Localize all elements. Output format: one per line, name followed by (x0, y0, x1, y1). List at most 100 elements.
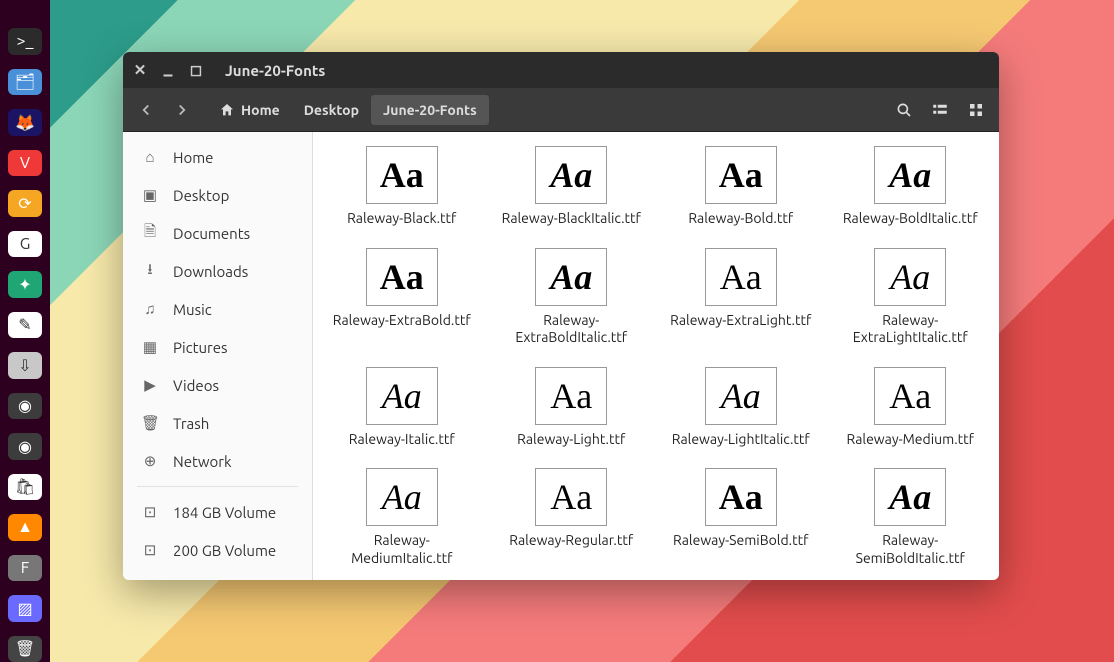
font-thumbnail: Aa (705, 468, 777, 526)
file-item[interactable]: AaRaleway-BlackItalic.ttf (489, 142, 655, 232)
sidebar-184-gb-volume[interactable]: ⊡184 GB Volume (123, 493, 312, 531)
dock-software[interactable]: 🛍 (8, 474, 42, 501)
file-item[interactable]: AaRaleway-Regular.ttf (489, 464, 655, 571)
sidebar-downloads[interactable]: ⭳Downloads (123, 252, 312, 290)
font-preview-glyphs: Aa (380, 157, 424, 193)
view-list-button[interactable] (925, 95, 955, 125)
breadcrumb: Home Desktop June-20-Fonts (207, 95, 489, 125)
sidebar-item-label: Documents (173, 225, 250, 242)
sidebar-videos[interactable]: ▶Videos (123, 366, 312, 404)
sidebar-desktop[interactable]: ▣Desktop (123, 176, 312, 214)
list-view-icon (931, 101, 949, 119)
file-item[interactable]: Aa Raleway-ExtraLightItalic.ttf (828, 244, 994, 351)
search-icon (895, 101, 913, 119)
font-thumbnail: Aa (874, 468, 946, 526)
view-grid-button[interactable] (961, 95, 991, 125)
dock-font-manager[interactable]: F (8, 555, 42, 582)
file-item[interactable]: AaRaleway-ExtraBoldItalic.ttf (489, 244, 655, 351)
dock-firefox[interactable]: 🦊 (8, 109, 42, 136)
font-thumbnail: Aa (874, 146, 946, 204)
grid-view-icon (967, 101, 985, 119)
search-button[interactable] (889, 95, 919, 125)
dock-trash[interactable]: 🗑 (8, 636, 42, 662)
sidebar-home[interactable]: ⌂Home (123, 138, 312, 176)
file-item[interactable]: AaRaleway-Bold.ttf (658, 142, 824, 232)
dock-terminal[interactable]: >_ (8, 28, 42, 55)
sidebar-item-label: Downloads (173, 263, 248, 280)
file-manager-window: ✕ _ ◻ June-20-Fonts Home Desktop June-20-F… (123, 52, 999, 580)
font-preview-glyphs: Aa (382, 378, 422, 414)
file-item[interactable]: AaRaleway-SemiBold.ttf (658, 464, 824, 571)
videos-icon: ▶ (141, 376, 159, 394)
places-sidebar: ⌂Home▣Desktop🗎Documents⭳Downloads♫Music▦… (123, 132, 313, 580)
dock-google[interactable]: G (8, 231, 42, 258)
file-item[interactable]: AaRaleway-Italic.ttf (319, 363, 485, 453)
dock-screenshot[interactable]: ▨ (8, 595, 42, 622)
file-name: Raleway-Black.ttf (347, 210, 456, 228)
dock-notes[interactable]: ✎ (8, 312, 42, 339)
file-item[interactable]: AaRaleway-ExtraLight.ttf (658, 244, 824, 351)
breadcrumb-home[interactable]: Home (207, 95, 292, 125)
sidebar-trash[interactable]: 🗑Trash (123, 404, 312, 442)
file-item[interactable]: AaRaleway-Medium.ttf (828, 363, 994, 453)
dock-tweaks[interactable]: ✦ (8, 271, 42, 298)
sidebar-documents[interactable]: 🗎Documents (123, 214, 312, 252)
dock-archive[interactable]: ⇩ (8, 352, 42, 379)
file-item[interactable]: AaRaleway-SemiBoldItalic.ttf (828, 464, 994, 571)
font-preview-glyphs: Aa (720, 259, 762, 295)
dock-podcast-1[interactable]: ◉ (8, 393, 42, 420)
font-thumbnail: Aa (366, 367, 438, 425)
window-maximize-button[interactable]: ◻ (189, 63, 203, 77)
home-icon: ⌂ (141, 148, 159, 166)
font-preview-glyphs: Aa (550, 259, 592, 295)
dock-vivaldi[interactable]: V (8, 150, 42, 177)
window-title: June-20-Fonts (225, 62, 325, 79)
file-name: Raleway-BlackItalic.ttf (502, 210, 641, 228)
sidebar-pictures[interactable]: ▦Pictures (123, 328, 312, 366)
font-thumbnail: Aa (874, 248, 946, 306)
font-preview-glyphs: Aa (382, 479, 422, 515)
file-item[interactable]: Aa Raleway-Black.ttf (319, 142, 485, 232)
nav-forward-button[interactable] (167, 95, 197, 125)
trash-icon: 🗑 (141, 414, 159, 432)
file-view[interactable]: AaRaleway-Black.ttfAaRaleway-BlackItalic… (313, 132, 999, 580)
dock-files[interactable]: 🗂 (8, 69, 42, 96)
200-gb-volume-icon: ⊡ (141, 541, 159, 559)
dock-podcast-2[interactable]: ◉ (8, 433, 42, 460)
pictures-icon: ▦ (141, 338, 159, 356)
home-icon (219, 102, 235, 118)
window-titlebar[interactable]: ✕ _ ◻ June-20-Fonts (123, 52, 999, 88)
dock-sync[interactable]: ⟳ (8, 190, 42, 217)
sidebar-200-gb-volume[interactable]: ⊡ 200 GB Volume (123, 531, 312, 569)
sidebar-item-label: 184 GB Volume (173, 504, 276, 521)
file-name: Raleway-Bold.ttf (688, 210, 793, 228)
breadcrumb-label: June-20-Fonts (383, 102, 477, 118)
file-item[interactable]: Aa Raleway-Light.ttf (489, 363, 655, 453)
arrow-right-icon (173, 101, 191, 119)
file-name: Raleway-Light.ttf (517, 431, 625, 449)
file-name: Raleway-ExtraLightItalic.ttf (835, 312, 985, 347)
font-thumbnail: Aa (535, 367, 607, 425)
window-close-button[interactable]: ✕ (133, 63, 147, 77)
sidebar-item-label: 200 GB Volume (173, 542, 276, 559)
sidebar-network[interactable]: ⊕Network (123, 442, 312, 480)
font-preview-glyphs: Aa (889, 378, 931, 414)
window-minimize-button[interactable]: _ (161, 60, 175, 74)
arrow-left-icon (137, 101, 155, 119)
sidebar-music[interactable]: ♫Music (123, 290, 312, 328)
breadcrumb-label: Desktop (304, 102, 359, 118)
breadcrumb-june-20-fonts[interactable]: June-20-Fonts (371, 95, 489, 125)
nav-back-button[interactable] (131, 95, 161, 125)
dock-vlc[interactable]: ▲ (8, 514, 42, 541)
file-item[interactable]: Aa Raleway-LightItalic.ttf (658, 363, 824, 453)
breadcrumb-desktop[interactable]: Desktop (292, 95, 371, 125)
file-item[interactable]: AaRaleway-ExtraBold.ttf (319, 244, 485, 351)
file-item[interactable]: Aa Raleway-MediumItalic.ttf (319, 464, 485, 571)
file-name: Raleway-ExtraBold.ttf (333, 312, 471, 330)
font-thumbnail: Aa (705, 367, 777, 425)
file-name: Raleway-LightItalic.ttf (672, 431, 810, 449)
font-preview-glyphs: Aa (889, 157, 931, 193)
file-name: Raleway-MediumItalic.ttf (327, 532, 477, 567)
sidebar-item-label: Desktop (173, 187, 229, 204)
file-item[interactable]: AaRaleway-BoldItalic.ttf (828, 142, 994, 232)
